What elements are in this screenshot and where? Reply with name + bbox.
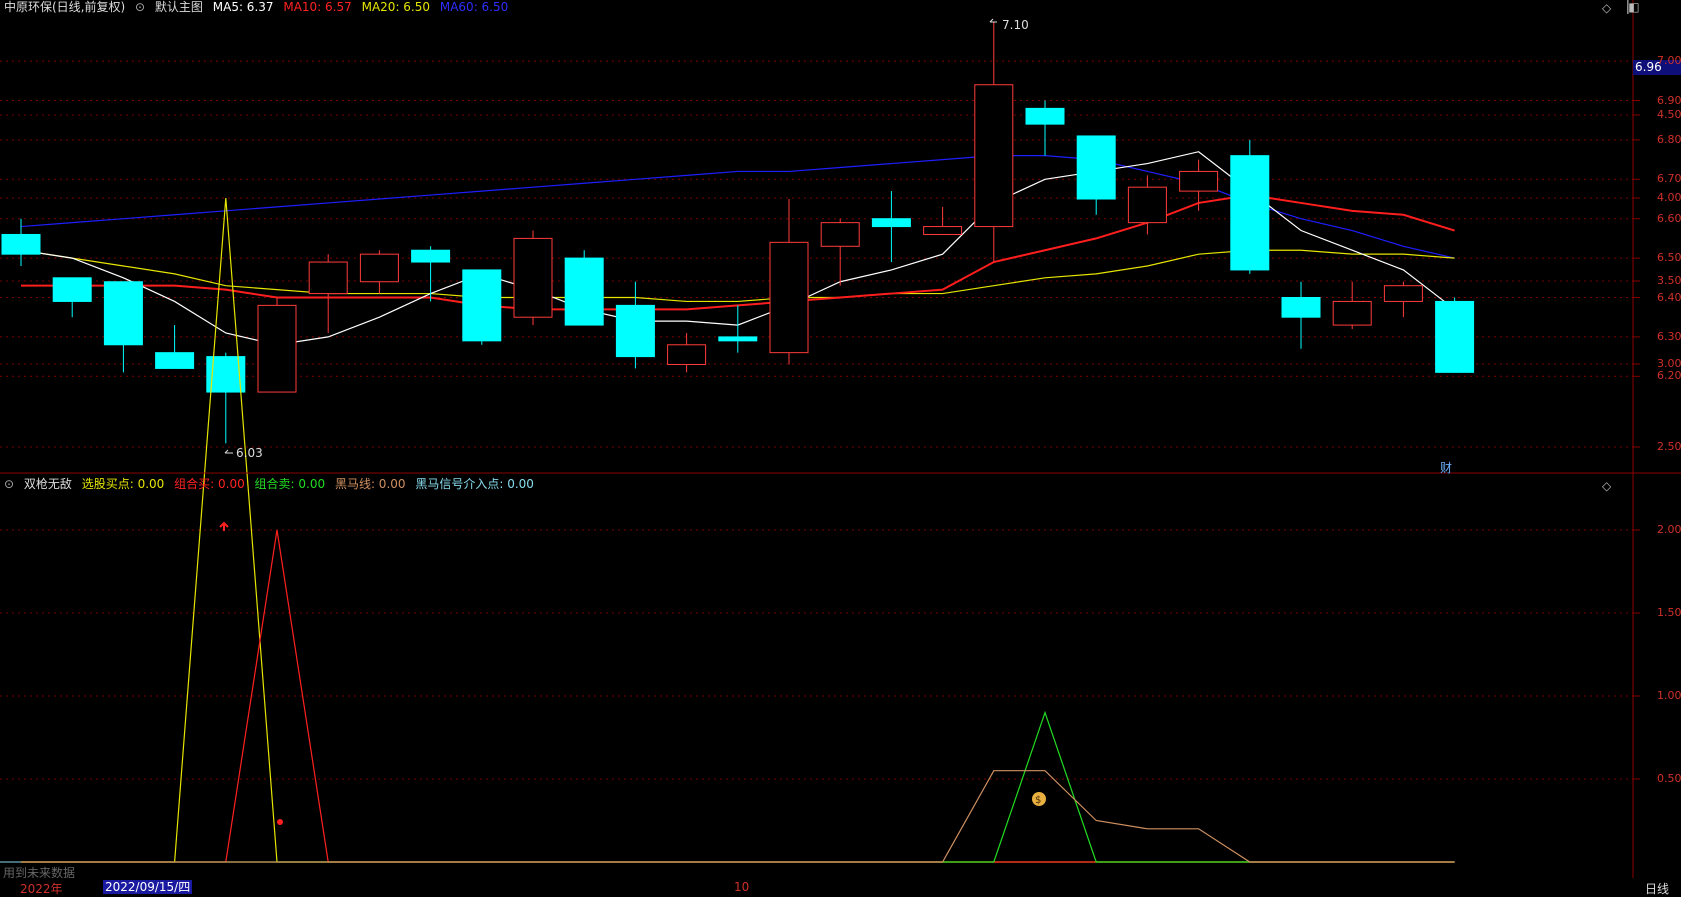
indicator-tick-label: 2.00 bbox=[1657, 523, 1681, 536]
ma60-value: MA60: 6.50 bbox=[439, 0, 509, 14]
month-label: 10 bbox=[734, 880, 750, 894]
price-tick-label: 6.20 bbox=[1657, 369, 1681, 383]
candle[interactable] bbox=[1025, 100, 1065, 156]
dark-horse-entry-value: 黑马信号介入点: 0.00 bbox=[415, 477, 534, 491]
date-axis-bar: 2022年 10 日线 bbox=[0, 878, 1681, 896]
high-arrow-icon bbox=[989, 18, 997, 23]
combo-buy-dot bbox=[277, 819, 283, 825]
indicator-tick-label: 3.50 bbox=[1657, 274, 1681, 287]
candle[interactable] bbox=[1435, 297, 1475, 373]
candle[interactable] bbox=[359, 250, 399, 294]
price-tick-label: 6.30 bbox=[1657, 329, 1681, 343]
candle[interactable] bbox=[513, 230, 553, 326]
indicator-series-line bbox=[21, 197, 1455, 863]
price-tick-label: 6.70 bbox=[1657, 172, 1681, 186]
combo-sell-value: 组合卖: 0.00 bbox=[254, 477, 326, 491]
price-tick-label: 6.60 bbox=[1657, 211, 1681, 225]
candle[interactable] bbox=[871, 191, 911, 263]
money-bag-icon: $ bbox=[1032, 792, 1046, 806]
buy-point-value: 选股买点: 0.00 bbox=[81, 477, 165, 491]
ma5-value: MA5: 6.37 bbox=[212, 0, 274, 14]
indicator-tick-label: 1.00 bbox=[1657, 689, 1681, 702]
candle[interactable] bbox=[1179, 159, 1219, 211]
expand-panel-icon[interactable]: ▕◧ bbox=[1619, 0, 1640, 14]
price-tick-label: 6.50 bbox=[1657, 251, 1681, 265]
main-grid bbox=[0, 60, 1640, 377]
candle[interactable] bbox=[974, 21, 1014, 263]
low-arrow-icon bbox=[224, 449, 233, 454]
candle[interactable] bbox=[1281, 281, 1321, 349]
indicator-tick-label: 2.50 bbox=[1657, 440, 1681, 453]
price-tick-label: 6.90 bbox=[1657, 93, 1681, 107]
indicator-header: ⊙ 双枪无敌 选股买点: 0.00 组合买: 0.00 组合卖: 0.00 黑马… bbox=[4, 477, 540, 491]
candle[interactable] bbox=[718, 305, 758, 353]
candle[interactable] bbox=[769, 199, 809, 365]
indicator-tick-label: 4.00 bbox=[1657, 191, 1681, 204]
candle[interactable] bbox=[52, 277, 92, 318]
stock-title[interactable]: 中原环保(日线,前复权) bbox=[4, 0, 125, 14]
period-label[interactable]: 日线 bbox=[1645, 880, 1669, 897]
indicator-tick-label: 4.50 bbox=[1657, 108, 1681, 121]
indicator-tick-label: 0.50 bbox=[1657, 772, 1681, 785]
high-price-label: 7.10 bbox=[1002, 18, 1029, 32]
candle[interactable] bbox=[667, 332, 707, 373]
selected-date: 2022/09/15/四 bbox=[103, 880, 193, 894]
candle[interactable] bbox=[820, 218, 860, 286]
candle[interactable] bbox=[1383, 281, 1423, 318]
candle[interactable] bbox=[1127, 175, 1167, 235]
ma20-value: MA20: 6.50 bbox=[361, 0, 431, 14]
indicator-series-line bbox=[21, 770, 1455, 863]
combo-buy-value: 组合买: 0.00 bbox=[174, 477, 245, 491]
indicator-tick-label: 1.50 bbox=[1657, 606, 1681, 619]
diamond-icon[interactable]: ◇ bbox=[1602, 1, 1611, 15]
dark-horse-value: 黑马线: 0.00 bbox=[334, 477, 406, 491]
template-label[interactable]: 默认主图 bbox=[155, 0, 203, 14]
candle[interactable] bbox=[308, 254, 348, 333]
finance-marker[interactable]: 财 bbox=[1440, 459, 1452, 476]
candle[interactable] bbox=[155, 325, 195, 369]
candle[interactable] bbox=[923, 206, 963, 235]
low-price-label: 6.03 bbox=[236, 446, 263, 460]
indicator-diamond-icon[interactable]: ◇ bbox=[1602, 479, 1611, 493]
indicator-name[interactable]: 双枪无敌 bbox=[24, 477, 72, 491]
candle[interactable] bbox=[615, 281, 655, 369]
indicator-tick-label: 3.00 bbox=[1657, 357, 1681, 370]
main-chart-header: 中原环保(日线,前复权) ⊙ 默认主图 MA5: 6.37 MA10: 6.57… bbox=[4, 0, 514, 14]
buy-arrow-icon bbox=[219, 521, 229, 531]
svg-text:$: $ bbox=[1035, 795, 1041, 806]
candle[interactable] bbox=[257, 297, 297, 393]
candle[interactable] bbox=[103, 281, 143, 373]
candle[interactable] bbox=[1230, 139, 1270, 274]
indicator-series-line bbox=[21, 529, 1455, 863]
indicator-series-line bbox=[21, 710, 1455, 863]
year-label: 2022年 bbox=[20, 882, 63, 896]
candle[interactable] bbox=[564, 250, 604, 326]
candle[interactable] bbox=[462, 269, 502, 345]
indicator-toggle-icon[interactable]: ⊙ bbox=[4, 477, 14, 491]
candle[interactable] bbox=[1076, 135, 1116, 215]
price-tick-label: 6.80 bbox=[1657, 132, 1681, 146]
price-tick-label: 6.40 bbox=[1657, 290, 1681, 304]
candle[interactable] bbox=[1332, 281, 1372, 330]
price-tick-label: 7.00 bbox=[1657, 54, 1681, 68]
ma10-value: MA10: 6.57 bbox=[283, 0, 352, 14]
template-icon[interactable]: ⊙ bbox=[135, 0, 145, 14]
